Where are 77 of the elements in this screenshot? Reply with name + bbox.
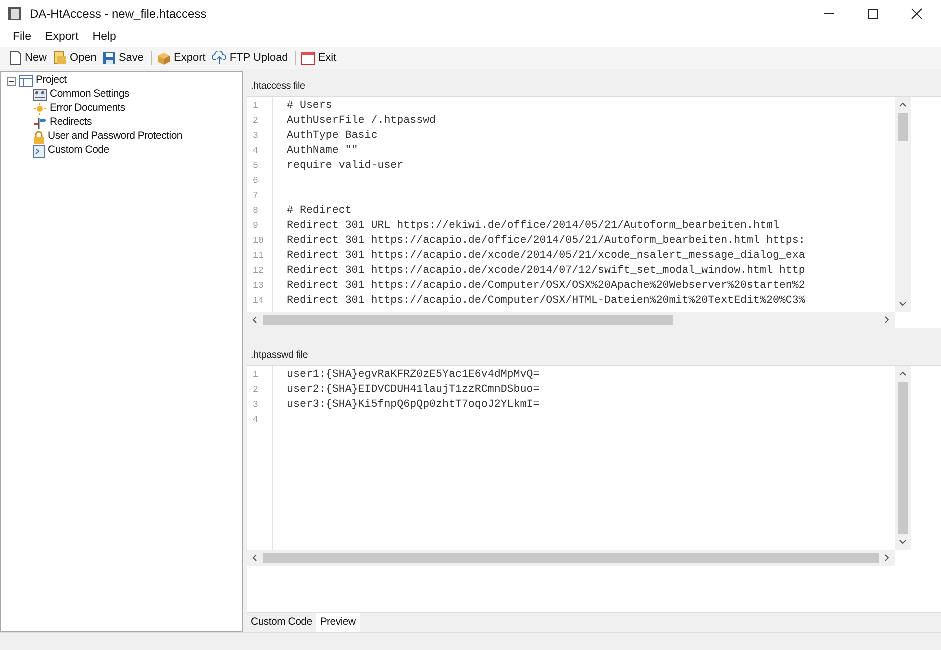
toolbar-button[interactable]: New: [8, 50, 50, 66]
code-line: user1:{SHA}egvRaKFRZ0zE5Yac1E6v4dMpMvQ=: [287, 368, 540, 383]
toolbar-button[interactable]: Open: [51, 50, 99, 66]
tree-item[interactable]: User and Password Protection: [48, 129, 182, 145]
line-number: 9: [252, 220, 260, 233]
code-line: Redirect 301 https://acapio.de/xcode/2014/05/21/xcode_nsalert_message_dialog_exa: [287, 249, 806, 264]
folder-page-icon: [53, 51, 68, 65]
code-line: AuthUserFile /.htpasswd: [287, 114, 438, 129]
code-line: require valid-user: [287, 159, 405, 174]
vertical-scrollbar[interactable]: [895, 366, 911, 550]
line-number: 10: [252, 235, 265, 248]
code-line: Redirect 301 https://acapio.de/Computer/OSX/HTML-Dateien%20mit%20TextEdit%20%C3%: [287, 294, 806, 309]
sun-icon: [33, 103, 47, 115]
tab[interactable]: Preview: [316, 613, 360, 632]
line-number: 7: [252, 190, 260, 203]
code-line: Redirect 301 https://acapio.de/office/2014/05/21/Autoform_bearbeiten.html https:: [287, 234, 806, 249]
line-number: 2: [252, 384, 260, 397]
window-title: DA-HtAccess - new_file.htaccess: [30, 6, 207, 23]
scroll-thumb[interactable]: [898, 113, 908, 141]
toolbar-button[interactable]: FTP Upload: [210, 50, 290, 66]
cloud-upload-icon: [212, 51, 227, 65]
tree-item[interactable]: Custom Code: [48, 143, 110, 159]
box-icon: [157, 52, 172, 64]
line-number: 1: [252, 369, 260, 382]
toolbar-button[interactable]: Export: [155, 50, 208, 66]
line-number: 4: [252, 145, 260, 158]
line-number: 11: [252, 250, 265, 263]
padlock-icon: [33, 130, 45, 144]
tree-item[interactable]: Project: [36, 73, 67, 89]
horizontal-scrollbar[interactable]: [247, 312, 895, 328]
menu-item[interactable]: Export: [38, 28, 86, 46]
line-number: 13: [252, 280, 265, 293]
code-line: # Redirect: [287, 204, 353, 219]
line-number: 3: [252, 399, 260, 412]
code-line: Redirect 301 https://acapio.de/xcode/2014/07/12/swift_set_modal_window.html http: [287, 264, 806, 279]
tree-item[interactable]: Common Settings: [50, 87, 130, 103]
maximize-icon[interactable]: [867, 8, 879, 20]
vertical-scrollbar[interactable]: [895, 97, 911, 312]
code-line: user2:{SHA}EIDVCDUH41laujT1zzRCmnDSbuo=: [287, 383, 540, 398]
code-line: user3:{SHA}Ki5fnpQ6pQp0zhtT7oqoJ2YLkmI=: [287, 398, 540, 413]
tree-item[interactable]: Redirects: [50, 115, 92, 131]
sliders-panel-icon: [33, 89, 47, 101]
line-number: 6: [252, 175, 260, 188]
editor-label: .htpasswd file: [250, 349, 310, 363]
app-icon: [8, 7, 22, 21]
signpost-icon: [33, 117, 47, 129]
code-line: Redirect 301 https://acapio.de/Computer/OSX/OSX%20Apache%20Webserver%20starten%2: [287, 279, 806, 294]
menu-item[interactable]: File: [6, 28, 39, 46]
terminal-page-icon: [33, 144, 45, 158]
scroll-thumb[interactable]: [898, 382, 908, 534]
code-line: AuthType Basic: [287, 129, 379, 144]
menu-item[interactable]: Help: [86, 28, 124, 46]
tree-item[interactable]: Error Documents: [50, 101, 126, 117]
scroll-thumb[interactable]: [263, 315, 673, 325]
horizontal-scrollbar[interactable]: [247, 550, 895, 566]
line-number: 1: [252, 100, 260, 113]
code-line: # Users: [287, 99, 334, 114]
table-icon: [19, 75, 33, 87]
code-line: AuthName "": [287, 144, 360, 159]
blank-page-icon: [10, 51, 22, 65]
toolbar-button[interactable]: Exit: [299, 50, 339, 66]
line-number: 14: [252, 295, 265, 308]
line-number: 3: [252, 130, 260, 143]
code-editor[interactable]: 1 2 3 4 user1:{SHA}egvRaKFRZ0zE5Yac1E6v4dMpMvQ= user2:{SHA}EIDVCDUH41laujT1zzRCmnDSbuo= user3:{SHA}Ki5fnpQ6pQp0zhtT7oqoJ2YLkmI=: [247, 365, 941, 566]
toolbar-button[interactable]: Save: [100, 50, 146, 66]
collapse-icon[interactable]: [7, 76, 16, 86]
close-icon[interactable]: [911, 8, 923, 20]
code-line: Redirect 301 URL https://ekiwi.de/office/2014/05/21/Autoform_bearbeiten.html: [287, 219, 780, 234]
line-number: 2: [252, 115, 260, 128]
editor-label: .htaccess file: [250, 80, 306, 94]
exit-window-icon: [301, 52, 316, 64]
line-number: 5: [252, 160, 260, 173]
code-editor[interactable]: [247, 96, 941, 328]
scroll-thumb[interactable]: [263, 553, 879, 563]
line-number: 12: [252, 265, 265, 278]
line-number: 4: [252, 414, 260, 427]
line-number: 8: [252, 205, 260, 218]
